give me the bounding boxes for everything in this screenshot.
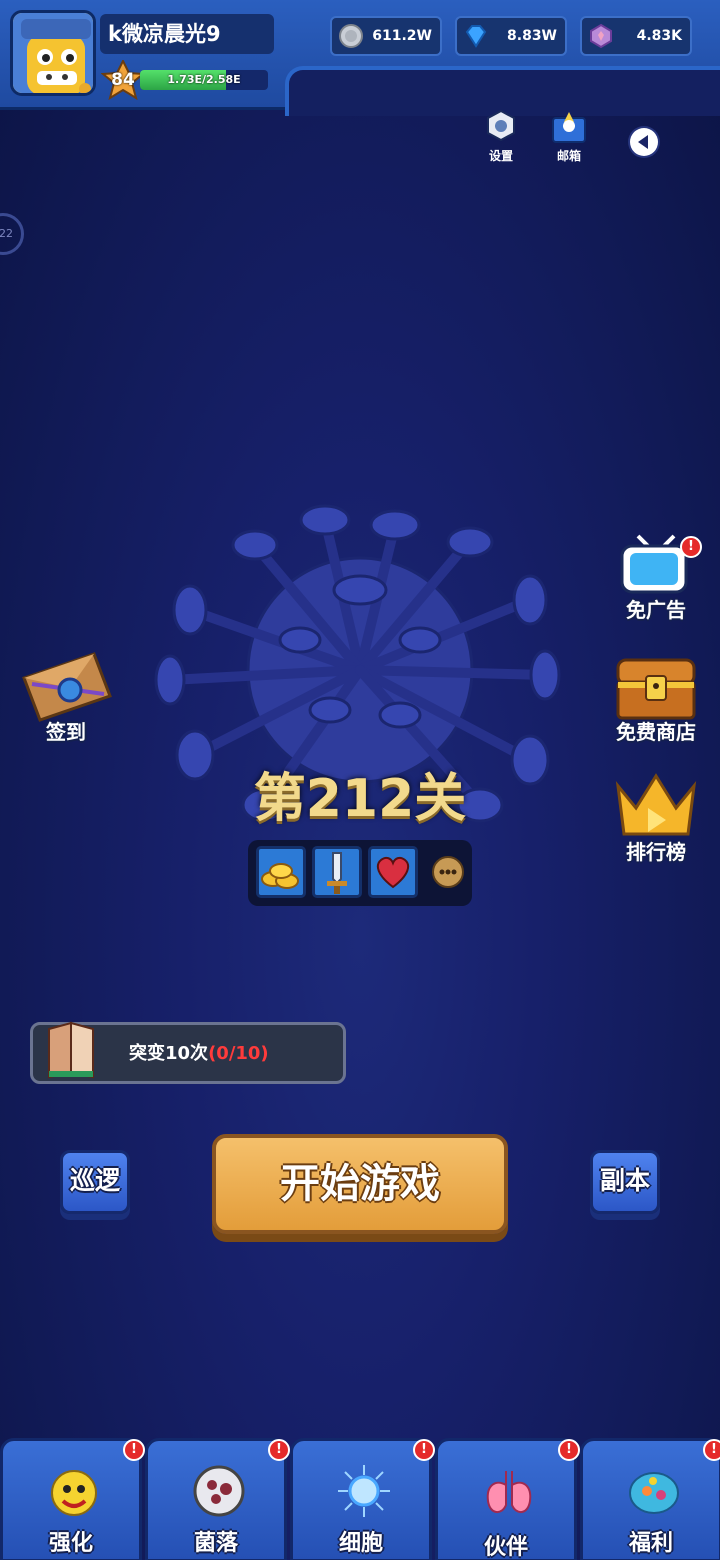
free-shop-button[interactable]: 免费商店 <box>602 654 710 746</box>
nav-colony-badge: ! <box>268 1439 290 1461</box>
nav-tab-partner[interactable]: ! 伙伴 <box>435 1438 580 1560</box>
exp-text: 1.73E/2.58E <box>167 73 241 86</box>
currency-gem-value: 4.83K <box>636 28 682 44</box>
nav-welfare-label: 福利 <box>628 1531 673 1556</box>
reward-slot-heart[interactable] <box>368 846 418 898</box>
currency-diamond[interactable]: 8.83W <box>455 16 567 56</box>
signin-label: 签到 <box>46 720 86 744</box>
player-name: k微凉晨光9 <box>100 14 274 54</box>
nav-upgrade-label: 强化 <box>48 1531 93 1556</box>
free-ad-label: 免广告 <box>626 598 686 622</box>
nav-tab-welfare[interactable]: ! 福利 <box>580 1438 720 1560</box>
nav-cell-badge: ! <box>413 1439 435 1461</box>
ranking-button[interactable]: 排行榜 <box>608 772 704 868</box>
quest-label: 突变10次 <box>129 1043 209 1064</box>
triangle-left-icon <box>630 128 658 156</box>
quest-progress: (0/10) <box>208 1043 269 1064</box>
reward-slot-gold[interactable] <box>256 846 306 898</box>
nav-cell-label: 细胞 <box>338 1531 383 1556</box>
crown-icon <box>615 773 697 836</box>
mail-label: 邮箱 <box>556 149 581 163</box>
gold-coins-icon <box>261 863 299 889</box>
nav-tab-cell[interactable]: ! 细胞 <box>290 1438 435 1560</box>
blue-diamond-icon <box>465 25 487 48</box>
currency-diamond-value: 8.83W <box>507 28 557 44</box>
player-level: 84 <box>111 70 135 90</box>
nav-partner-badge: ! <box>558 1439 580 1461</box>
partner-icon <box>486 1471 532 1513</box>
purple-gem-icon <box>590 23 612 49</box>
cell-icon <box>338 1465 390 1517</box>
silver-coin-icon <box>339 24 363 48</box>
mailbox-icon <box>552 112 586 143</box>
more-rewards-button[interactable] <box>432 856 464 888</box>
patrol-button[interactable]: 巡逻 <box>60 1150 130 1214</box>
envelope-icon <box>22 652 112 722</box>
ellipsis-icon <box>439 869 457 875</box>
settings-label: 设置 <box>488 149 513 163</box>
free-shop-label: 免费商店 <box>616 720 696 744</box>
gear-icon <box>487 109 515 142</box>
treasure-chest-icon <box>616 658 696 720</box>
nav-tab-colony[interactable]: ! 菌落 <box>145 1438 290 1560</box>
free-ad-button[interactable]: ! 免广告 <box>608 532 704 624</box>
heart-icon <box>376 856 410 889</box>
reward-slot-sword[interactable] <box>312 846 362 898</box>
side-counter[interactable]: 22 <box>0 213 24 255</box>
currency-silver[interactable]: 611.2W <box>330 16 442 56</box>
currency-silver-value: 611.2W <box>372 28 432 44</box>
book-icon <box>48 1021 94 1079</box>
nav-partner-label: 伙伴 <box>483 1535 528 1560</box>
collapse-menu-button[interactable] <box>628 126 660 158</box>
bottom-nav: ! 强化 ! 菌落 ! 细胞 ! 伙伴 ! 福利 <box>0 1438 720 1560</box>
avatar-character-icon <box>13 13 93 93</box>
nav-upgrade-badge: ! <box>123 1439 145 1461</box>
nav-colony-label: 菌落 <box>193 1531 238 1556</box>
start-game-button[interactable]: 开始游戏 <box>212 1134 508 1234</box>
mutation-quest[interactable]: 突变10次(0/10) <box>30 1021 346 1084</box>
welfare-icon <box>629 1472 679 1514</box>
dungeon-button[interactable]: 副本 <box>590 1150 660 1214</box>
sword-icon <box>327 852 347 894</box>
stage-title: 第212关 <box>253 769 467 829</box>
free-ad-badge: ! <box>680 536 702 558</box>
signin-button[interactable]: 签到 <box>18 650 114 746</box>
upgrade-icon <box>51 1470 97 1516</box>
settings-button[interactable]: 设置 <box>478 108 524 163</box>
nav-welfare-badge: ! <box>703 1439 720 1461</box>
mail-button[interactable]: 邮箱 <box>546 110 592 163</box>
ranking-label: 排行榜 <box>626 840 686 864</box>
colony-icon <box>193 1465 245 1517</box>
currency-gem[interactable]: 4.83K <box>580 16 692 56</box>
quest-text: 突变10次(0/10) <box>129 1039 269 1065</box>
stage-rewards[interactable] <box>248 840 472 906</box>
avatar[interactable] <box>10 10 96 96</box>
nav-tab-upgrade[interactable]: ! 强化 <box>0 1438 145 1560</box>
